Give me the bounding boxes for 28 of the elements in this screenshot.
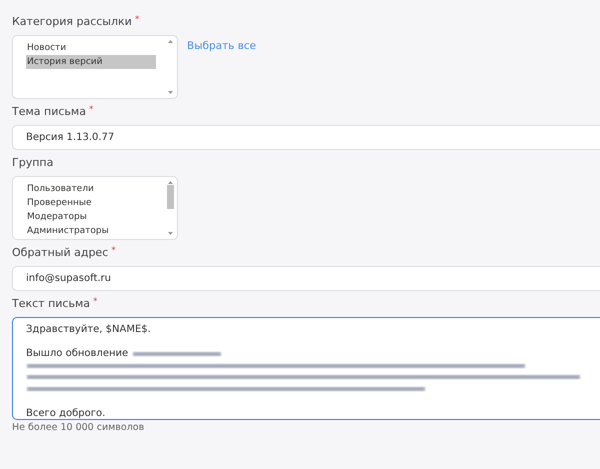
required-asterisk: * [93,297,98,307]
field-label: Категория рассылки [12,15,132,28]
scrollbar-thumb[interactable] [167,185,174,209]
message-line: Здравствуйте, $NAME$. [26,324,151,336]
input-field[interactable]: info@supasoft.ru [12,266,600,291]
list-option[interactable]: Проверенные [26,196,156,210]
message-field[interactable]: Здравствуйте, $NAME$. Вышло обновление Всего доброго. [12,317,600,420]
list-option[interactable]: Модераторы [26,210,156,224]
list-option[interactable]: Пользователи [26,182,156,196]
field-label: Текст письма [12,297,90,310]
scroll-down-icon[interactable] [168,232,173,235]
required-asterisk: * [111,246,116,256]
input-field[interactable]: Версия 1.13.0.77 [12,125,600,150]
list-option[interactable]: История версий [26,55,156,69]
listbox[interactable]: Новости История версий [12,35,178,99]
required-asterisk: * [134,15,140,25]
hint-text: Не более 10 000 символов [12,422,146,433]
field-label: Группа [12,156,54,169]
required-asterisk: * [88,105,94,115]
scroll-down-icon[interactable] [168,91,173,94]
message-line: Вышло обновление [26,348,128,360]
listbox[interactable]: Пользователи Проверенные Модераторы Администраторы [12,176,178,240]
field-label: Обратный адрес [12,246,108,259]
message-line: Всего доброго. [26,408,106,419]
list-option[interactable]: Администраторы [26,224,156,238]
scroll-up-icon[interactable] [168,40,173,43]
list-option[interactable]: Новости [26,41,156,55]
field-label: Тема письма [12,105,86,118]
